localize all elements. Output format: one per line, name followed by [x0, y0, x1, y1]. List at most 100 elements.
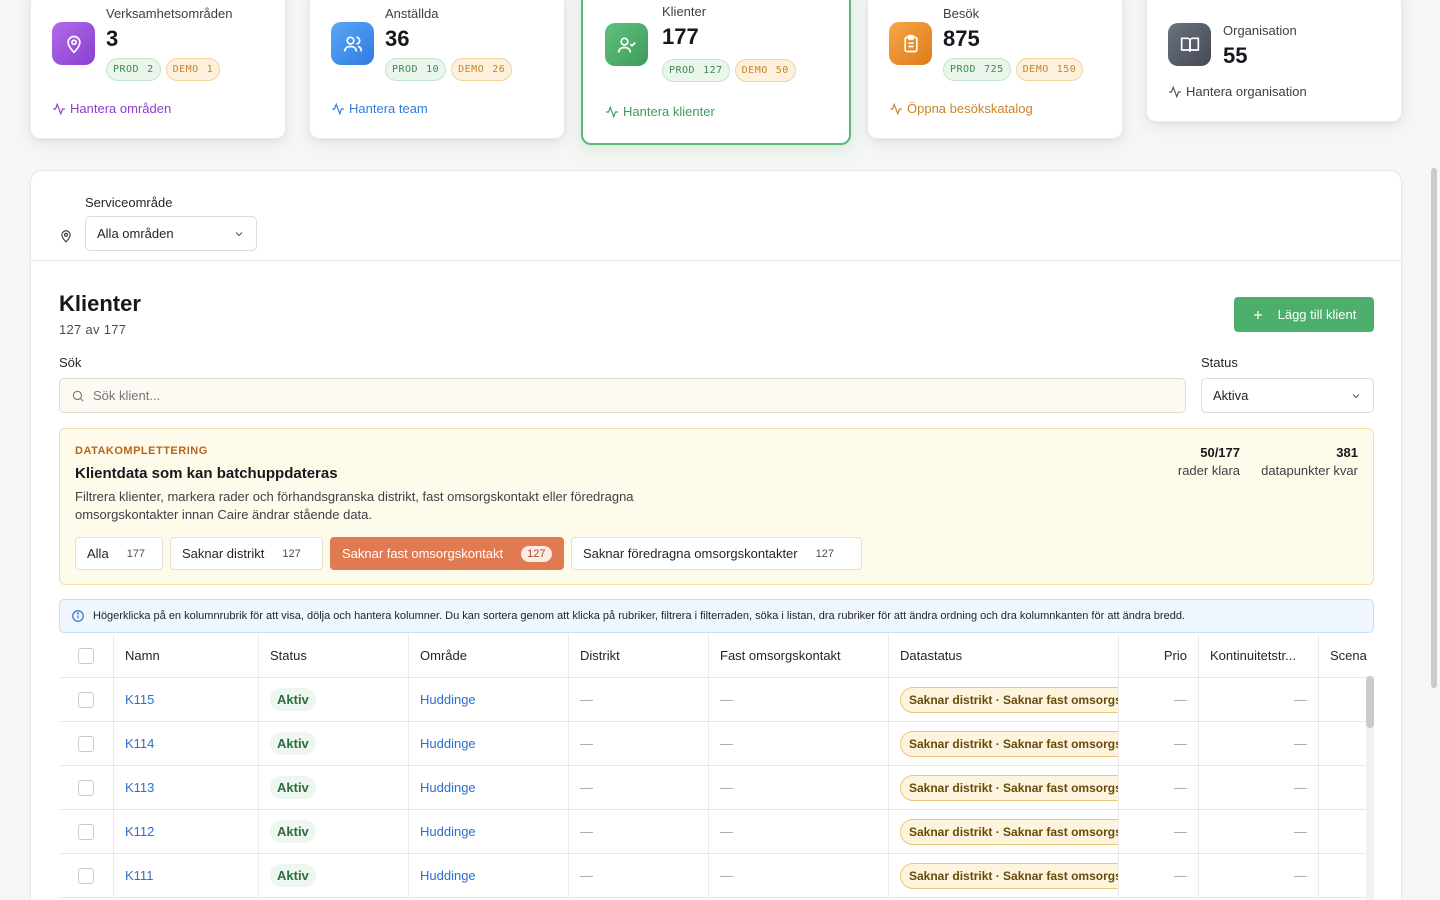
activity-icon [332, 102, 344, 115]
prod-badge: PROD 725 [943, 58, 1011, 81]
area-link[interactable]: Huddinge [420, 868, 476, 883]
service-area-label: Serviceområde [85, 195, 173, 210]
col-header-fixed-contact[interactable]: Fast omsorgskontakt [709, 634, 889, 677]
manage-organisation-link[interactable]: Hantera organisation [1168, 84, 1307, 99]
table-row[interactable]: K113 Aktiv Huddinge — — Saknar distrikt · Sak… [59, 766, 1367, 810]
stat-value: 55 [1223, 43, 1248, 68]
search-input[interactable] [93, 388, 1093, 403]
map-pin-icon [59, 229, 73, 248]
col-header-datastatus[interactable]: Datastatus [889, 634, 1119, 677]
col-header-district[interactable]: Distrikt [569, 634, 709, 677]
continuity-value: — [1294, 824, 1307, 839]
row-checkbox[interactable] [78, 779, 94, 796]
fixed-contact-value: — [720, 824, 733, 839]
stat-card-klienter[interactable]: Klienter 177 PROD 127 DEMO 50 Hantera klie… [581, 0, 851, 145]
status-label: Status [1201, 355, 1238, 370]
client-name-link[interactable]: K114 [125, 736, 154, 751]
stat-value: 3 [106, 26, 119, 51]
clients-table: Namn Status Område Distrikt Fast omsorgs… [59, 634, 1367, 900]
status-select[interactable]: Aktiva [1201, 378, 1374, 413]
stat-value: 177 [662, 24, 699, 49]
row-checkbox[interactable] [78, 823, 94, 840]
search-field[interactable] [59, 378, 1186, 413]
status-badge: Aktiv [270, 776, 316, 799]
service-area-select[interactable]: Alla områden [85, 216, 257, 251]
continuity-value: — [1294, 692, 1307, 707]
demo-badge: DEMO 50 [734, 59, 796, 82]
users-icon [331, 22, 374, 65]
area-link[interactable]: Huddinge [420, 736, 476, 751]
manage-areas-link[interactable]: Hantera områden [52, 101, 171, 116]
row-checkbox[interactable] [78, 735, 94, 752]
filter-missing-district[interactable]: Saknar distrikt 127 [170, 537, 323, 570]
data-completion-box: DATAKOMPLETTERING Klientdata som kan bat… [59, 428, 1374, 585]
status-badge: Aktiv [270, 688, 316, 711]
stat-label: Organisation [1223, 23, 1297, 38]
client-name-link[interactable]: K111 [125, 868, 153, 883]
col-header-scenario[interactable]: Scena [1319, 634, 1367, 677]
stat-card-verksamhetsomraden[interactable]: Verksamhetsområden 3 PROD 2 DEMO 1 Hantera… [30, 0, 286, 139]
plus-icon [1253, 310, 1262, 319]
data-completion-tag: DATAKOMPLETTERING [75, 445, 208, 457]
stat-card-besok[interactable]: Besök 875 PROD 725 DEMO 150 Öppna besökska… [867, 0, 1123, 139]
table-header: Namn Status Område Distrikt Fast omsorgs… [59, 634, 1367, 678]
stat-value: 36 [385, 26, 410, 51]
district-value: — [580, 780, 593, 795]
datastatus-badge: Saknar distrikt · Saknar fast omsorgskon… [900, 730, 1118, 757]
stat-card-organisation[interactable]: Organisation 55 Hantera organisation [1146, 0, 1402, 122]
table-row[interactable]: K114 Aktiv Huddinge — — Saknar distrikt · Sak… [59, 722, 1367, 766]
col-header-prio[interactable]: Prio [1119, 634, 1199, 677]
datastatus-badge: Saknar distrikt · Saknar fast omsorgskon… [900, 818, 1118, 845]
table-scrollbar[interactable] [1366, 676, 1374, 900]
open-visit-catalog-link[interactable]: Öppna besökskatalog [889, 101, 1033, 116]
add-client-button[interactable]: Lägg till klient [1234, 297, 1374, 332]
demo-badge: DEMO 150 [1015, 58, 1084, 81]
demo-badge: DEMO 26 [451, 58, 513, 81]
col-header-continuity[interactable]: Kontinuitetstr... [1199, 634, 1319, 677]
continuity-value: — [1294, 780, 1307, 795]
table-row[interactable]: K112 Aktiv Huddinge — — Saknar distrikt · Sak… [59, 810, 1367, 854]
select-all-checkbox[interactable] [78, 647, 94, 664]
chevron-down-icon [235, 231, 243, 236]
datastatus-badge: Saknar distrikt · Saknar fast omsorgskon… [900, 686, 1118, 713]
manage-team-link[interactable]: Hantera team [331, 101, 428, 116]
col-header-name[interactable]: Namn [114, 634, 259, 677]
district-value: — [580, 824, 593, 839]
user-check-icon [605, 23, 648, 66]
filter-missing-fixed-contact[interactable]: Saknar fast omsorgskontakt 127 [330, 537, 564, 570]
filter-all[interactable]: Alla 177 [75, 537, 163, 570]
stat-value: 875 [943, 26, 980, 51]
manage-clients-link[interactable]: Hantera klienter [605, 104, 715, 119]
continuity-value: — [1294, 736, 1307, 751]
area-link[interactable]: Huddinge [420, 780, 476, 795]
area-link[interactable]: Huddinge [420, 824, 476, 839]
activity-icon [606, 105, 618, 118]
client-name-link[interactable]: K113 [125, 780, 154, 795]
prio-value: — [1174, 780, 1187, 795]
info-icon [72, 610, 84, 622]
page-title: Klienter [59, 291, 141, 316]
divider [31, 260, 1401, 261]
data-completion-title: Klientdata som kan batchuppdateras [75, 465, 338, 482]
client-name-link[interactable]: K115 [125, 692, 154, 707]
continuity-value: — [1294, 868, 1307, 883]
row-checkbox[interactable] [78, 867, 94, 884]
filter-missing-preferred-contacts[interactable]: Saknar föredragna omsorgskontakter 127 [571, 537, 862, 570]
prod-badge: PROD 2 [106, 58, 161, 81]
row-checkbox[interactable] [78, 691, 94, 708]
page-scrollbar[interactable] [1428, 0, 1440, 900]
col-header-area[interactable]: Område [409, 634, 569, 677]
datastatus-badge: Saknar distrikt · Saknar fast omsorgskon… [900, 774, 1118, 801]
col-header-status[interactable]: Status [259, 634, 409, 677]
client-name-link[interactable]: K112 [125, 824, 154, 839]
area-link[interactable]: Huddinge [420, 692, 476, 707]
info-banner: Högerklicka på en kolumnrubrik för att v… [59, 599, 1374, 633]
table-row[interactable]: K115 Aktiv Huddinge — — Saknar distrikt · Sak… [59, 678, 1367, 722]
table-row[interactable]: K111 Aktiv Huddinge — — Saknar distrikt · Sak… [59, 854, 1367, 898]
chevron-down-icon [1352, 393, 1360, 398]
table-scrollbar-thumb[interactable] [1366, 676, 1374, 728]
page-scrollbar-thumb[interactable] [1431, 168, 1437, 688]
stat-card-anstallda[interactable]: Anställda 36 PROD 10 DEMO 26 Hantera team [309, 0, 565, 139]
status-badge: Aktiv [270, 864, 316, 887]
stat-label: Verksamhetsområden [106, 6, 233, 21]
